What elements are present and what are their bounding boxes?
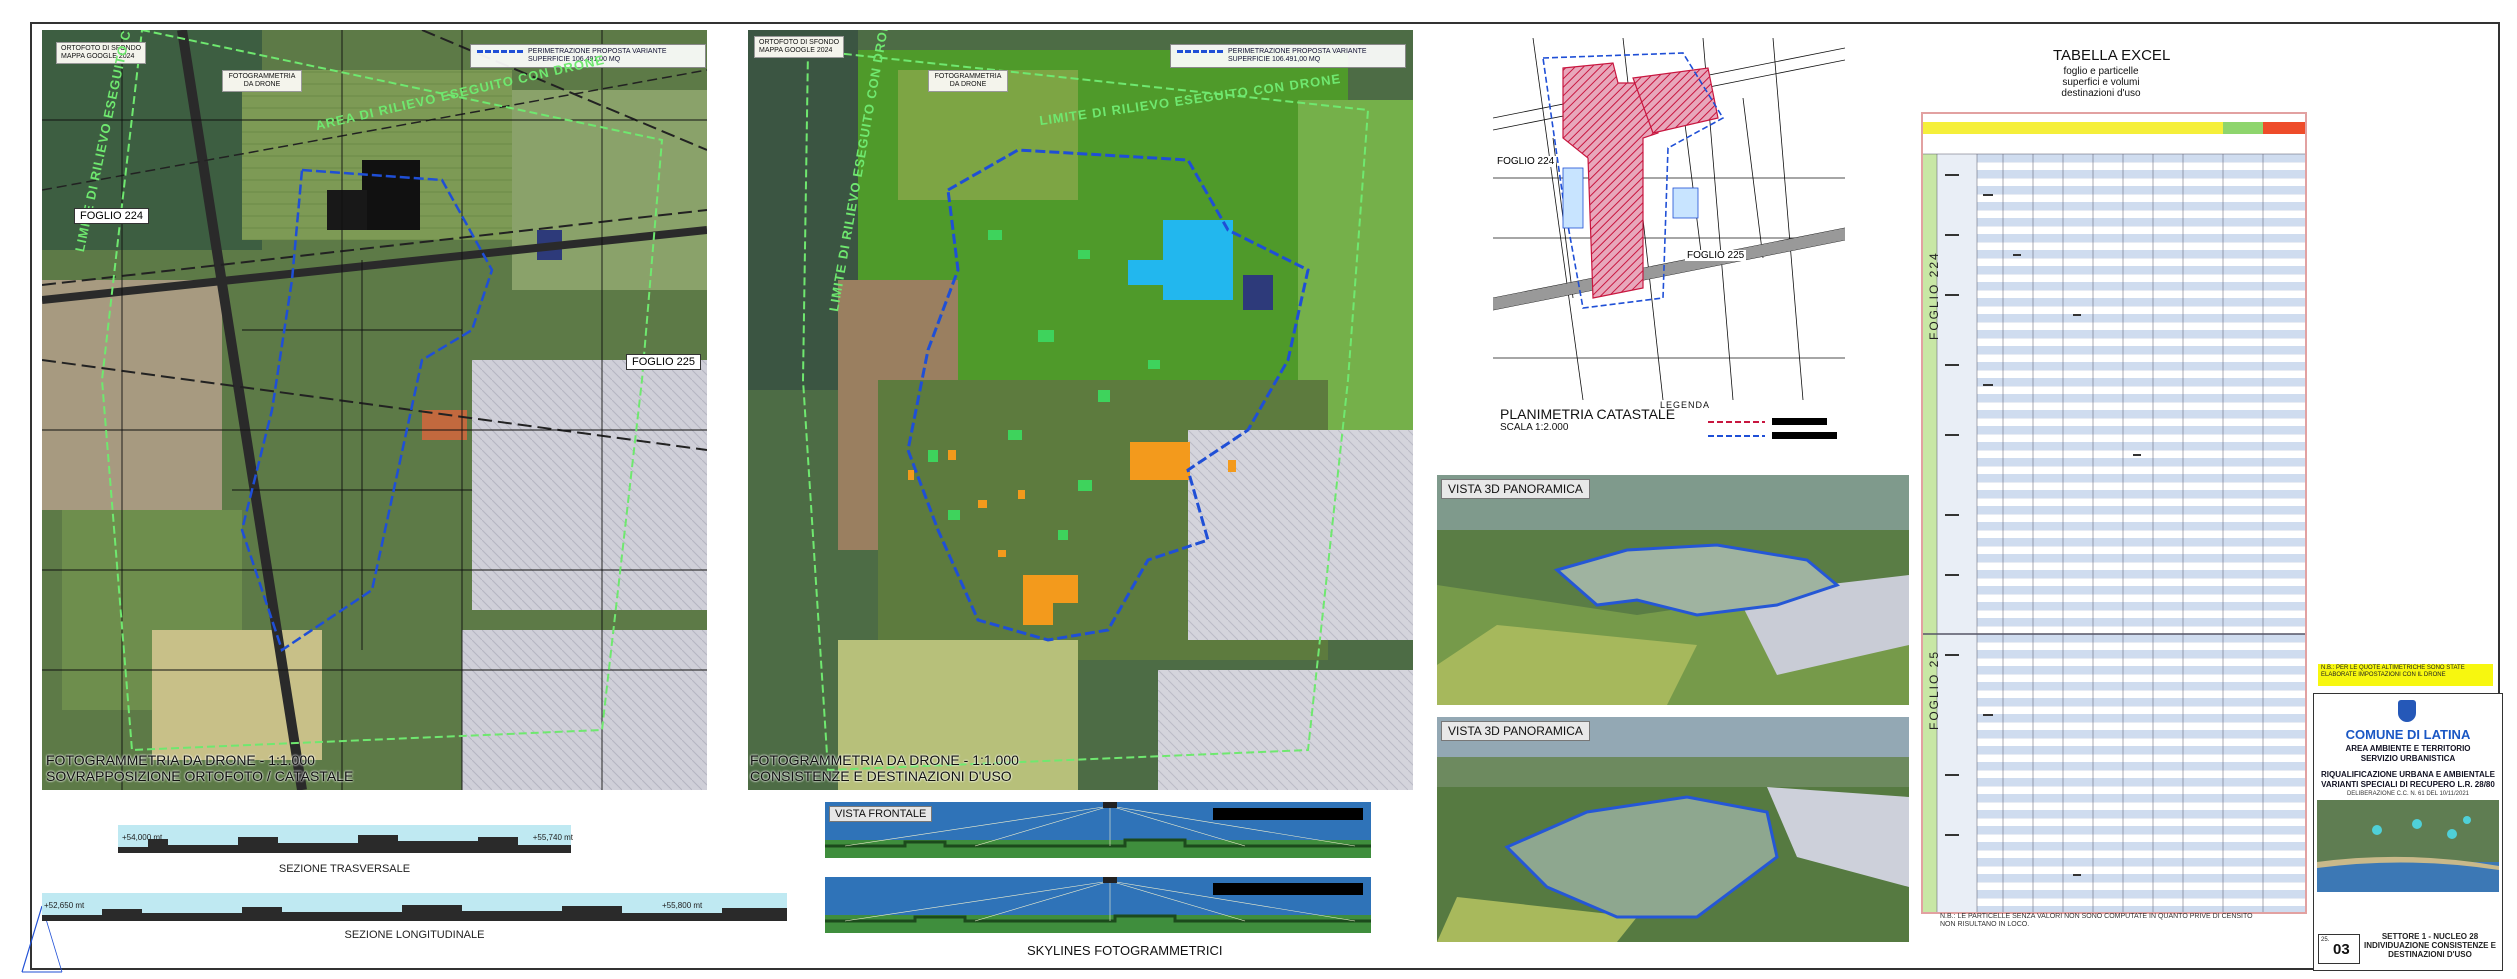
map-right-caption: FOTOGRAMMETRIA DA DRONE - 1:1.000 CONSIS… [750,752,1019,784]
cadastral-scale: SCALA 1:2.000 [1500,422,1569,433]
transversal-left-elev: +54,000 mt [122,833,163,842]
longitudinal-right-elev: +55,800 mt [662,901,703,910]
redacted-bar [1213,883,1363,895]
panoramic-label: VISTA 3D PANORAMICA [1441,479,1590,499]
front-view-1: VISTA FRONTALE [825,802,1371,858]
excel-subtitle-3: destinazioni d'uso [2061,88,2141,99]
panoramic-image [1437,717,1909,942]
orthophoto-left-image [42,30,707,790]
project-line-1: RIQUALIFICAZIONE URBANA E AMBIENTALE [2321,770,2495,779]
city-crest-icon [2398,700,2416,722]
map-orthophoto-overlay: ORTOFOTO DI SFONDO MAPPA GOOGLE 2024 FOT… [42,30,707,790]
cadastral-title: PLANIMETRIA CATASTALE [1500,406,1676,422]
drawing-sheet: ORTOFOTO DI SFONDO MAPPA GOOGLE 2024 FOT… [0,0,2517,979]
perimeter-dash-icon [477,49,523,53]
title-block: COMUNE DI LATINA AREA AMBIENTE E TERRITO… [2313,693,2503,971]
sheet-description: SETTORE 1 - NUCLEO 28 INDIVIDUAZIONE CON… [2362,932,2498,959]
desc-line-1: SETTORE 1 - NUCLEO 28 [2381,932,2479,941]
legend-line-2: SUPERFICIE 106.491,00 MQ [1228,56,1321,63]
aerial-thumbnail [2317,800,2499,892]
panoramic-image [1437,475,1909,705]
delibera-line: DELIBERAZIONE C.C. N. 61 DEL 10/11/2021 [2346,791,2470,797]
sheet-number: 03 [2333,941,2350,958]
excel-foglio-224: FOGLIO 224 [1927,251,1941,340]
excel-note: N.B.: LE PARTICELLE SENZA VALORI NON SON… [1940,913,2253,928]
transversal-profile [118,825,571,853]
panoramic-view-1: VISTA 3D PANORAMICA [1437,475,1909,705]
caption-line-2: SOVRAPPOSIZIONE ORTOFOTO / CATASTALE [46,768,354,784]
cadastral-plan-drawing [1492,37,1846,401]
legend-line-1: PERIMETRAZIONE PROPOSTA VARIANTE [1228,48,1367,55]
city-name: COMUNE DI LATINA [2345,727,2471,742]
foglio-224-label: FOGLIO 224 [74,208,149,224]
map-consistenze: ORTOFOTO DI SFONDO MAPPA GOOGLE 2024 FOT… [748,30,1413,790]
drone-tag: FOTOGRAMMETRIA DA DRONE [222,70,302,92]
longitudinal-section: +52,650 mt +55,800 mt [42,893,787,923]
redacted-bar [1213,808,1363,820]
caption-line-1: FOTOGRAMMETRIA DA DRONE - 1:1.000 [750,752,1019,768]
cadastral-legend: LEGENDA [1660,400,1850,448]
cat-foglio-224: FOGLIO 224 [1495,156,1557,167]
cadastral-plan: FOGLIO 224 FOGLIO 225 [1492,37,1846,401]
legend-title: LEGENDA [1660,400,1711,410]
transversal-section: +54,000 mt +55,740 mt [118,825,573,865]
project-line-2: VARIANTI SPECIALI DI RECUPERO L.R. 28/80 [2321,780,2495,789]
caption-line-1: FOTOGRAMMETRIA DA DRONE - 1:1.000 [46,752,315,768]
excel-subtitle-2: superfici e volumi [2062,77,2140,88]
excel-subtitle: foglio e particelle superfici e volumi d… [2056,66,2146,99]
desc-line-2: INDIVIDUAZIONE CONSISTENZE E [2363,941,2496,950]
cat-foglio-225: FOGLIO 225 [1685,250,1747,261]
excel-subtitle-1: foglio e particelle [2063,66,2139,77]
map-source-tag: ORTOFOTO DI SFONDO MAPPA GOOGLE 2024 [754,36,844,58]
skylines-title: SKYLINES FOTOGRAMMETRICI [1027,943,1223,958]
legend-symbols [1708,418,1837,439]
panoramic-label: VISTA 3D PANORAMICA [1441,721,1590,741]
excel-table [1921,112,2307,914]
panoramic-view-2: VISTA 3D PANORAMICA [1437,717,1909,942]
transversal-section-label: SEZIONE TRASVERSALE [278,863,411,875]
sheet-code: 25. 03 [2318,934,2360,964]
excel-title: TABELLA EXCEL [2053,47,2171,64]
map-source-tag: ORTOFOTO DI SFONDO MAPPA GOOGLE 2024 [56,42,146,64]
perimeter-dash-icon [1177,49,1223,53]
drone-tag: FOTOGRAMMETRIA DA DRONE [928,70,1008,92]
front-view-2 [825,877,1371,933]
perimeter-legend: PERIMETRAZIONE PROPOSTA VARIANTE SUPERFI… [1170,44,1406,68]
front-view-label: VISTA FRONTALE [829,806,933,822]
sheet-prefix: 25. [2321,937,2330,943]
longitudinal-section-label: SEZIONE LONGITUDINALE [344,929,485,941]
map-left-caption: FOTOGRAMMETRIA DA DRONE - 1:1.000 SOVRAP… [46,752,353,784]
orthophoto-right-image [748,30,1413,790]
longitudinal-left-elev: +52,650 mt [44,901,85,910]
foglio-225-label: FOGLIO 225 [626,354,701,370]
caption-line-2: CONSISTENZE E DESTINAZIONI D'USO [750,768,1012,784]
transversal-right-elev: +55,740 mt [532,833,573,842]
excel-foglio-25: FOGLIO 25 [1927,649,1941,730]
dept-line-1: AREA AMBIENTE E TERRITORIO [2345,744,2471,753]
excel-grid [1923,114,2305,912]
desc-line-3: DESTINAZIONI D'USO [2388,950,2472,959]
altimetry-note: N.B.: PER LE QUOTE ALTIMETRICHE SONO STA… [2318,664,2493,686]
dept-line-2: SERVIZIO URBANISTICA [2360,754,2456,763]
